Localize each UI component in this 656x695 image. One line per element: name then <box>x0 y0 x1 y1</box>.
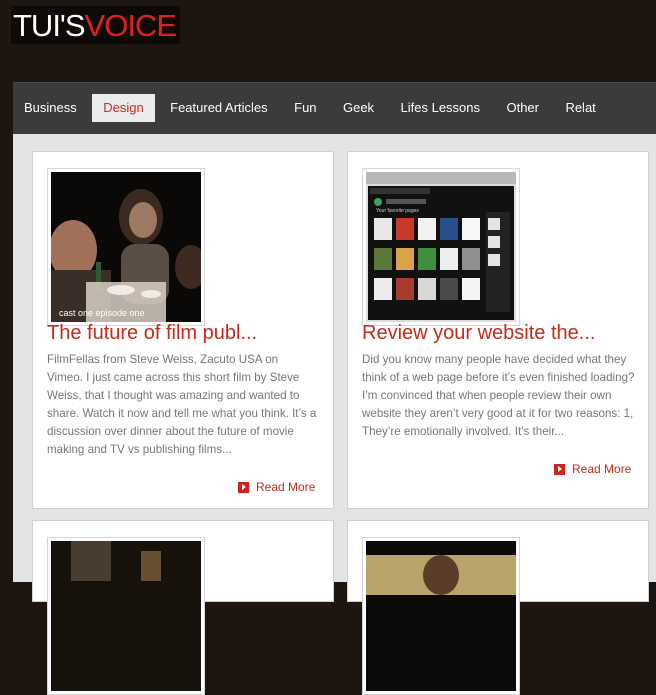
nav-item-design[interactable]: Design <box>92 94 155 122</box>
thumbnail-caption: cast one episode one <box>59 308 145 318</box>
post-card: cast one episode one The future of film … <box>32 151 334 509</box>
post-thumbnail[interactable] <box>362 537 520 695</box>
posts-grid: cast one episode one The future of film … <box>13 134 656 695</box>
play-arrow-icon <box>554 463 565 475</box>
read-more-link[interactable]: Read More <box>554 462 631 476</box>
post-thumbnail[interactable]: cast one episode one <box>47 168 205 326</box>
person-scene-illustration <box>366 541 516 691</box>
logo-text-part2: VOICE <box>84 7 177 43</box>
main-navigation: Business Design Featured Articles Fun Ge… <box>13 82 656 135</box>
nav-item-fun[interactable]: Fun <box>283 94 327 122</box>
post-thumbnail-image <box>51 541 201 691</box>
post-card: Your favorite pages Review your website … <box>347 151 649 509</box>
header: TUI'S VOICE <box>0 0 656 82</box>
post-excerpt: FilmFellas from Steve Weiss, Zacuto USA … <box>47 353 317 456</box>
read-more-label: Read More <box>256 480 316 494</box>
post-thumbnail-image <box>366 541 516 691</box>
read-more-link[interactable]: Read More <box>238 480 315 494</box>
post-card <box>32 520 334 695</box>
logo-text-part1: TUI'S <box>13 7 86 43</box>
thumbnail-caption: Your favorite pages <box>376 208 419 214</box>
post-excerpt: Did you know many people have decided wh… <box>362 353 635 438</box>
dark-scene-illustration <box>51 541 201 691</box>
nav-item-geek[interactable]: Geek <box>332 94 385 122</box>
post-title[interactable]: Review your website the... <box>362 322 595 345</box>
dinner-scene-illustration <box>51 172 201 322</box>
play-arrow-icon <box>238 481 249 493</box>
site-logo[interactable]: TUI'S VOICE <box>11 6 180 44</box>
read-more-label: Read More <box>572 462 632 476</box>
post-title[interactable]: The future of film publ... <box>47 322 257 345</box>
website-screenshot-image: Your favorite pages <box>366 172 516 322</box>
film-scene-image: cast one episode one <box>51 172 201 322</box>
post-thumbnail[interactable] <box>47 537 205 695</box>
nav-item-related[interactable]: Relat <box>554 94 606 122</box>
nav-item-business[interactable]: Business <box>13 94 88 122</box>
post-thumbnail[interactable]: Your favorite pages <box>362 168 520 326</box>
nav-item-other[interactable]: Other <box>495 94 550 122</box>
nav-item-lifes-lessons[interactable]: Lifes Lessons <box>390 94 492 122</box>
nav-item-featured-articles[interactable]: Featured Articles <box>159 94 279 122</box>
browser-screenshot-illustration <box>366 172 516 322</box>
post-card <box>347 520 649 695</box>
